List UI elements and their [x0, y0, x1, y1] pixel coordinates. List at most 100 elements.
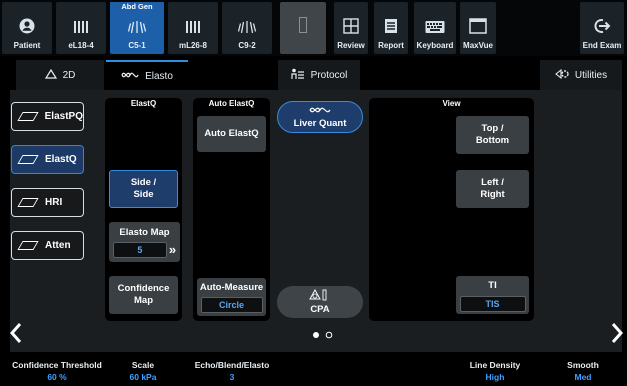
tab-protocol[interactable]: Protocol	[278, 60, 360, 90]
scale-value: 60 kPa	[129, 372, 157, 382]
probe-c5-1-button[interactable]: Abd Gen C5-1	[110, 2, 164, 54]
elasto-map-value: 5	[112, 242, 167, 258]
scale-control[interactable]: Scale 60 kPa	[118, 360, 168, 382]
mode-label: ElastQ	[45, 154, 77, 165]
probe-c9-2-button[interactable]: C9-2	[222, 2, 272, 54]
tab-utilities[interactable]: Utilities	[540, 60, 622, 90]
protocol-icon	[291, 68, 305, 83]
liver-quant-label: Liver Quant	[293, 118, 347, 129]
next-page-arrow-icon[interactable]	[611, 322, 624, 349]
parallelogram-icon	[17, 155, 39, 164]
elastq-column: ElastQ Side / Side Elasto Map 5 » Confid…	[105, 98, 182, 321]
ti-label: TI	[488, 280, 497, 291]
double-chevron-right-icon[interactable]: »	[169, 243, 176, 256]
cpa-label: CPA	[310, 304, 330, 315]
confidence-map-button[interactable]: Confidence Map	[109, 276, 178, 314]
utilities-icon	[554, 68, 569, 83]
curved-probe-icon	[127, 20, 147, 37]
auto-elastq-column: Auto ElastQ Auto ElastQ Auto-Measure Cir…	[193, 98, 270, 321]
ti-control[interactable]: TI TIS	[456, 276, 529, 314]
tab-elasto[interactable]: Elasto	[106, 60, 188, 90]
echo-blend-elasto-control[interactable]: Echo/Blend/Elasto 3	[190, 360, 274, 382]
left-right-button[interactable]: Left / Right	[456, 170, 529, 208]
top-bottom-button[interactable]: Top / Bottom	[456, 116, 529, 154]
keyboard-label: Keyboard	[416, 41, 454, 50]
auto-elastq-button[interactable]: Auto ElastQ	[197, 116, 266, 152]
auto-elastq-header: Auto ElastQ	[208, 99, 255, 108]
line-density-label: Line Density	[469, 360, 521, 370]
elasto-map-label: Elasto Map	[119, 227, 170, 238]
preset-label: Abd Gen	[110, 2, 164, 12]
liver-quant-button[interactable]: Liver Quant	[277, 101, 363, 133]
liver-quant-icon	[309, 105, 331, 118]
linear-probe-icon	[73, 20, 89, 37]
maxvue-label: MaxVue	[463, 41, 493, 50]
report-button[interactable]: Report	[374, 2, 408, 54]
maxvue-button[interactable]: MaxVue	[460, 2, 496, 54]
cpa-button[interactable]: CPA	[277, 286, 363, 318]
exit-icon	[593, 18, 611, 37]
parallelogram-icon	[17, 241, 39, 250]
mode-atten-button[interactable]: Atten	[11, 231, 84, 260]
smooth-control[interactable]: Smooth Med	[560, 360, 606, 382]
confidence-map-label: Confidence Map	[117, 283, 170, 306]
mode-label: HRI	[45, 197, 63, 208]
cpa-icon	[309, 288, 331, 304]
probe-ml26-8-button[interactable]: mL26-8	[168, 2, 218, 54]
top-bottom-line1: Top /	[481, 123, 504, 134]
auto-measure-label: Auto-Measure	[199, 282, 264, 293]
parameter-status-bar: Confidence Threshold 60 % Scale 60 kPa E…	[0, 358, 627, 386]
scale-label: Scale	[131, 360, 155, 370]
smooth-value: Med	[574, 372, 592, 382]
ti-value: TIS	[459, 296, 526, 312]
linear-probe-icon	[185, 20, 201, 37]
report-icon	[384, 18, 398, 37]
probe-el18-4-button[interactable]: eL18-4	[56, 2, 106, 54]
window-icon	[469, 18, 487, 37]
user-circle-icon	[19, 18, 35, 37]
mode-elastpq-button[interactable]: ElastPQ	[11, 102, 84, 131]
tab-2d[interactable]: 2D	[16, 60, 104, 90]
elasto-icon	[121, 70, 139, 83]
blank-slot-button[interactable]	[280, 2, 326, 54]
left-right-line1: Left /	[481, 177, 504, 188]
mode-label: Atten	[45, 240, 71, 251]
confidence-threshold-value: 60 %	[47, 372, 67, 382]
elasto-map-control[interactable]: Elasto Map 5 »	[109, 222, 180, 262]
parallelogram-icon	[17, 198, 39, 207]
curved-probe-icon	[237, 20, 257, 37]
top-toolbar: Patient eL18-4 Abd Gen C5-1 mL26-8 C9-2	[0, 0, 627, 56]
patient-button[interactable]: Patient	[2, 2, 52, 54]
parallelogram-icon	[17, 112, 39, 121]
auto-measure-value: Circle	[200, 297, 263, 313]
probe-label: C9-2	[238, 41, 256, 50]
probe-label: C5-1	[128, 41, 146, 50]
end-exam-button[interactable]: End Exam	[580, 2, 624, 54]
elastq-header: ElastQ	[130, 99, 157, 108]
view-header: View	[442, 99, 461, 108]
probe-label: eL18-4	[68, 41, 94, 50]
grid-icon	[343, 18, 359, 37]
mode-hri-button[interactable]: HRI	[11, 188, 84, 217]
page-indicator[interactable]	[312, 331, 334, 341]
auto-elastq-label: Auto ElastQ	[204, 128, 259, 139]
mode-tab-bar: 2D Elasto Protocol Utilities	[0, 56, 627, 90]
triangle-icon	[44, 68, 57, 82]
mode-elastq-button[interactable]: ElastQ	[11, 145, 84, 174]
confidence-threshold-control[interactable]: Confidence Threshold 60 %	[12, 360, 102, 382]
tab-2d-label: 2D	[62, 69, 76, 81]
side-side-line2: Side	[133, 189, 154, 200]
top-bottom-line2: Bottom	[475, 135, 510, 146]
echo-blend-elasto-value: 3	[229, 372, 235, 382]
tab-utilities-label: Utilities	[574, 69, 608, 81]
previous-page-arrow-icon[interactable]	[9, 322, 22, 349]
review-button[interactable]: Review	[334, 2, 368, 54]
auto-measure-control[interactable]: Auto-Measure Circle	[197, 278, 266, 316]
keyboard-button[interactable]: Keyboard	[414, 2, 456, 54]
mode-label: ElastPQ	[44, 111, 83, 122]
side-side-button[interactable]: Side / Side	[109, 170, 178, 208]
end-exam-label: End Exam	[582, 41, 622, 50]
patient-label: Patient	[13, 41, 41, 50]
line-density-control[interactable]: Line Density High	[464, 360, 526, 382]
report-label: Report	[378, 41, 404, 50]
